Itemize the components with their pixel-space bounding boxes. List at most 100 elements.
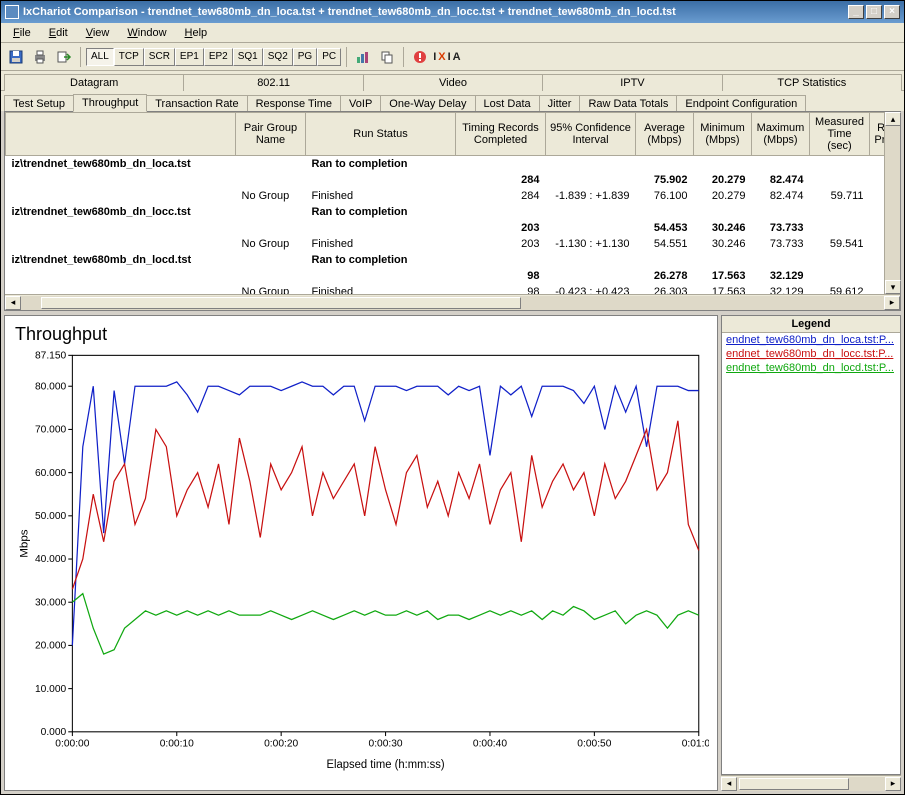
menu-view[interactable]: View: [78, 25, 118, 41]
cell-pg: No Group: [236, 284, 306, 295]
toptab-video[interactable]: Video: [363, 74, 543, 91]
cell-max: [752, 204, 810, 220]
cell-meas: [810, 268, 870, 284]
filter-tcp[interactable]: TCP: [114, 48, 144, 66]
col-header[interactable]: Average (Mbps): [636, 113, 694, 156]
cell-avg: 76.100: [636, 188, 694, 204]
titlebar: IxChariot Comparison - trendnet_tew680mb…: [1, 1, 904, 23]
data-table-scroll[interactable]: Pair Group NameRun StatusTiming Records …: [5, 112, 884, 294]
filter-sq2[interactable]: SQ2: [263, 48, 293, 66]
table-vscrollbar[interactable]: ▴ ▾: [884, 112, 900, 294]
scroll-right-icon[interactable]: ▸: [885, 777, 901, 791]
toptab-datagram[interactable]: Datagram: [4, 74, 184, 91]
table-row[interactable]: iz\trendnet_tew680mb_dn_locd.tstRan to c…: [6, 252, 885, 268]
print-icon[interactable]: [29, 46, 51, 68]
subtab-test-setup[interactable]: Test Setup: [4, 95, 74, 112]
svg-text:10.000: 10.000: [35, 684, 66, 695]
cell-trc: 203: [456, 220, 546, 236]
cell-avg: [636, 204, 694, 220]
col-header[interactable]: Timing Records Completed: [456, 113, 546, 156]
table-row[interactable]: iz\trendnet_tew680mb_dn_loca.tstRan to c…: [6, 156, 885, 172]
menu-file[interactable]: File: [5, 25, 39, 41]
svg-text:60.000: 60.000: [35, 468, 66, 479]
table-row[interactable]: No GroupFinished98-0.423 : +0.42326.3031…: [6, 284, 885, 295]
cell-pg: No Group: [236, 236, 306, 252]
scroll-left-icon[interactable]: ◂: [721, 777, 737, 791]
menu-help[interactable]: Help: [177, 25, 216, 41]
filter-all[interactable]: ALL: [86, 48, 114, 66]
table-hscrollbar[interactable]: ◂ ▸: [5, 294, 900, 310]
scroll-up-icon[interactable]: ▴: [885, 112, 901, 126]
col-header[interactable]: Relative Precision: [870, 113, 885, 156]
scroll-right-icon[interactable]: ▸: [884, 296, 900, 310]
toptab-tcp-statistics[interactable]: TCP Statistics: [722, 74, 902, 91]
subtab-raw-data-totals[interactable]: Raw Data Totals: [579, 95, 677, 112]
scroll-left-icon[interactable]: ◂: [5, 296, 21, 310]
subtab-endpoint-configuration[interactable]: Endpoint Configuration: [676, 95, 806, 112]
legend-item[interactable]: endnet_tew680mb_dn_loca.tst:P...: [722, 333, 900, 347]
subtab-lost-data[interactable]: Lost Data: [475, 95, 540, 112]
help-icon[interactable]: [409, 46, 431, 68]
toptab-iptv[interactable]: IPTV: [542, 74, 722, 91]
col-header[interactable]: Pair Group Name: [236, 113, 306, 156]
cell-min: [694, 252, 752, 268]
scroll-down-icon[interactable]: ▾: [885, 280, 901, 294]
subtab-response-time[interactable]: Response Time: [247, 95, 341, 112]
cell-pg: No Group: [236, 188, 306, 204]
subtab-transaction-rate[interactable]: Transaction Rate: [146, 95, 247, 112]
cell-avg: 75.902: [636, 172, 694, 188]
col-header[interactable]: Minimum (Mbps): [694, 113, 752, 156]
save-icon[interactable]: [5, 46, 27, 68]
export-icon[interactable]: [53, 46, 75, 68]
filter-ep1[interactable]: EP1: [175, 48, 204, 66]
subtab-throughput[interactable]: Throughput: [73, 94, 147, 112]
filter-pg[interactable]: PG: [293, 48, 317, 66]
maximize-button[interactable]: □: [866, 5, 882, 19]
filter-scr[interactable]: SCR: [144, 48, 175, 66]
table-row[interactable]: No GroupFinished203-1.130 : +1.13054.551…: [6, 236, 885, 252]
cell-pg: [236, 172, 306, 188]
legend-item[interactable]: endnet_tew680mb_dn_locc.tst:P...: [722, 347, 900, 361]
cell-meas: [810, 252, 870, 268]
menu-window[interactable]: Window: [119, 25, 174, 41]
cell-file: iz\trendnet_tew680mb_dn_loca.tst: [6, 156, 236, 172]
table-row[interactable]: 20354.45330.24673.733: [6, 220, 885, 236]
toolbar: ALLTCPSCREP1EP2SQ1SQ2PGPC IXIA: [1, 43, 904, 71]
copy-icon[interactable]: [376, 46, 398, 68]
table-row[interactable]: 9826.27817.56332.129: [6, 268, 885, 284]
app-icon: [5, 5, 19, 19]
cell-min: 20.279: [694, 172, 752, 188]
brand-logo: IXIA: [433, 51, 462, 63]
menu-edit[interactable]: Edit: [41, 25, 76, 41]
data-table: Pair Group NameRun StatusTiming Records …: [5, 112, 884, 294]
cell-rp: 2.072: [870, 236, 885, 252]
col-header[interactable]: Run Status: [306, 113, 456, 156]
subtab-jitter[interactable]: Jitter: [539, 95, 581, 112]
subtab-one-way-delay[interactable]: One-Way Delay: [380, 95, 475, 112]
cell-ci: -0.423 : +0.423: [546, 284, 636, 295]
col-header[interactable]: 95% Confidence Interval: [546, 113, 636, 156]
toptab-802-11[interactable]: 802.11: [183, 74, 363, 91]
filter-pc[interactable]: PC: [317, 48, 341, 66]
cell-run: Ran to completion: [306, 252, 456, 268]
chart-panel: Throughput 0.00010.00020.00030.00040.000…: [4, 315, 718, 791]
legend-item[interactable]: endnet_tew680mb_dn_locd.tst:P...: [722, 361, 900, 375]
minimize-button[interactable]: _: [848, 5, 864, 19]
table-row[interactable]: iz\trendnet_tew680mb_dn_locc.tstRan to c…: [6, 204, 885, 220]
table-row[interactable]: 28475.90220.27982.474: [6, 172, 885, 188]
cell-avg: [636, 156, 694, 172]
legend-hscrollbar[interactable]: ◂ ▸: [721, 775, 901, 791]
filter-ep2[interactable]: EP2: [204, 48, 233, 66]
filter-sq1[interactable]: SQ1: [233, 48, 263, 66]
col-header[interactable]: Measured Time (sec): [810, 113, 870, 156]
table-row[interactable]: No GroupFinished284-1.839 : +1.83976.100…: [6, 188, 885, 204]
cell-run: Finished: [306, 236, 456, 252]
close-button[interactable]: ×: [884, 5, 900, 19]
cell-file: iz\trendnet_tew680mb_dn_locc.tst: [6, 204, 236, 220]
svg-text:30.000: 30.000: [35, 597, 66, 608]
subtab-voip[interactable]: VoIP: [340, 95, 381, 112]
col-header[interactable]: [6, 113, 236, 156]
chart-icon[interactable]: [352, 46, 374, 68]
cell-max: 32.129: [752, 284, 810, 295]
col-header[interactable]: Maximum (Mbps): [752, 113, 810, 156]
